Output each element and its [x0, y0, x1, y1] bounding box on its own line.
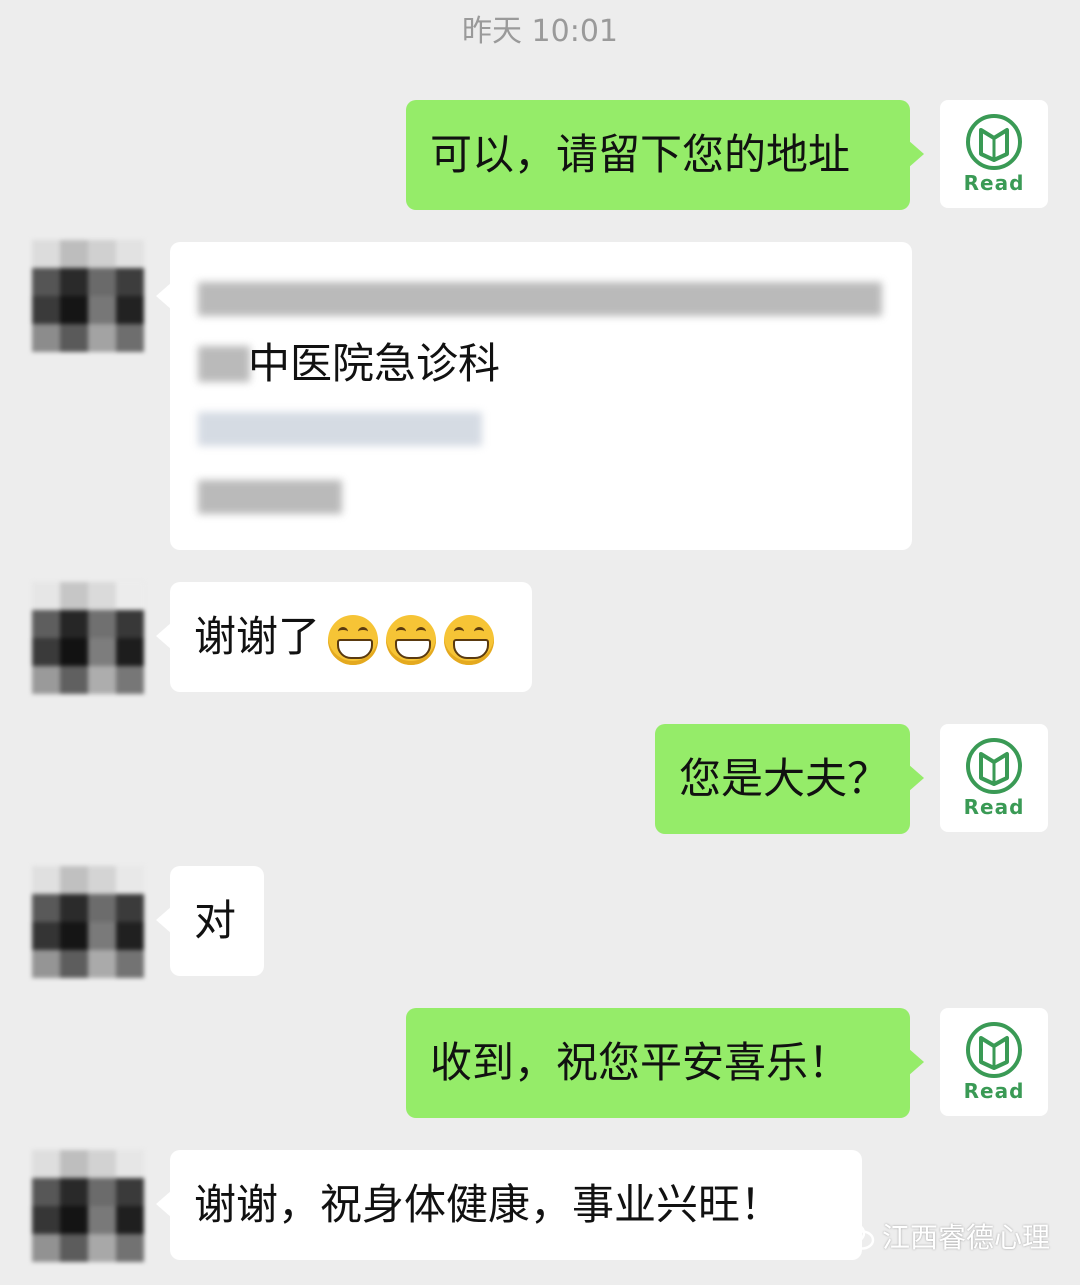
message-text: 您是大夫？: [679, 754, 890, 803]
redacted-line: [198, 480, 342, 514]
watermark-text: 江西睿德心理: [882, 1221, 1051, 1254]
self-avatar[interactable]: Read: [940, 1008, 1048, 1116]
message-text: 对: [194, 896, 237, 945]
message-text: 中医院急诊科: [248, 339, 501, 388]
redacted-address-line: [198, 282, 882, 316]
self-avatar[interactable]: Read: [940, 724, 1048, 832]
redacted-line: [198, 412, 482, 446]
message-text: 可以，请留下您的地址: [430, 130, 851, 179]
grin-emoji: [386, 614, 437, 665]
message-bubble-outgoing[interactable]: 可以，请留下您的地址: [406, 100, 924, 210]
contact-avatar[interactable]: [32, 582, 144, 694]
grin-emoji: [444, 614, 495, 665]
self-avatar[interactable]: Read: [940, 100, 1048, 208]
avatar-logo-text: Read: [963, 795, 1025, 819]
chat-timestamp: 昨天 10:01: [462, 14, 618, 49]
message-bubble-outgoing[interactable]: 收到，祝您平安喜乐！: [406, 1008, 924, 1118]
account-watermark: 江西睿德心理: [836, 1216, 1050, 1256]
wechat-icon: [836, 1221, 875, 1250]
redacted-prefix: [198, 346, 250, 382]
contact-avatar[interactable]: [32, 240, 144, 352]
message-bubble-incoming[interactable]: 对: [156, 866, 264, 976]
book-logo-icon: [966, 1022, 1022, 1078]
contact-avatar[interactable]: [32, 1150, 144, 1262]
contact-avatar[interactable]: [32, 866, 144, 978]
avatar-logo-text: Read: [963, 171, 1025, 195]
message-bubble-incoming[interactable]: 中医院急诊科: [156, 242, 912, 550]
avatar-logo-text: Read: [963, 1079, 1025, 1103]
message-text: 谢谢，祝身体健康，事业兴旺！: [194, 1180, 783, 1229]
grin-emoji: [328, 614, 379, 665]
message-bubble-outgoing[interactable]: 您是大夫？: [655, 724, 924, 834]
message-bubble-incoming[interactable]: 谢谢了: [156, 582, 532, 692]
message-bubble-incoming[interactable]: 谢谢，祝身体健康，事业兴旺！: [156, 1150, 862, 1260]
book-logo-icon: [966, 114, 1022, 170]
book-logo-icon: [966, 738, 1022, 794]
message-text: 收到，祝您平安喜乐！: [430, 1038, 851, 1087]
message-text: 谢谢了: [194, 612, 321, 661]
